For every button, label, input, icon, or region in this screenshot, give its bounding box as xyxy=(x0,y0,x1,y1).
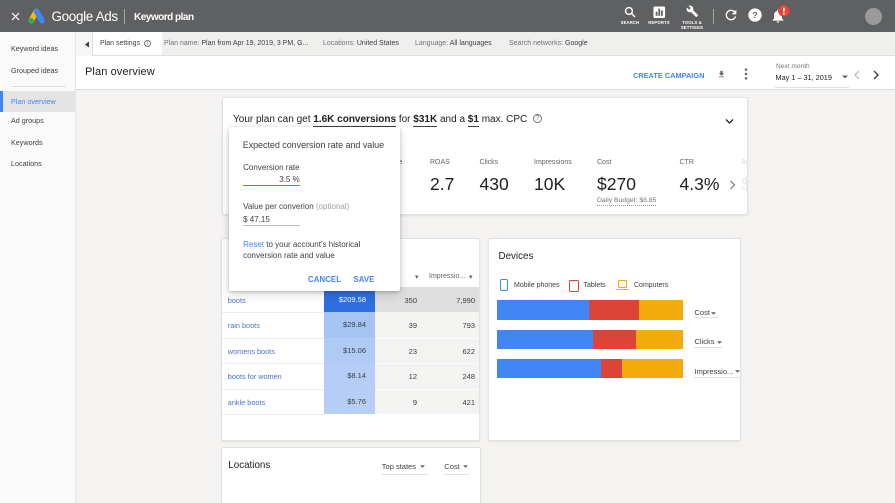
svg-text:?: ? xyxy=(752,10,757,20)
